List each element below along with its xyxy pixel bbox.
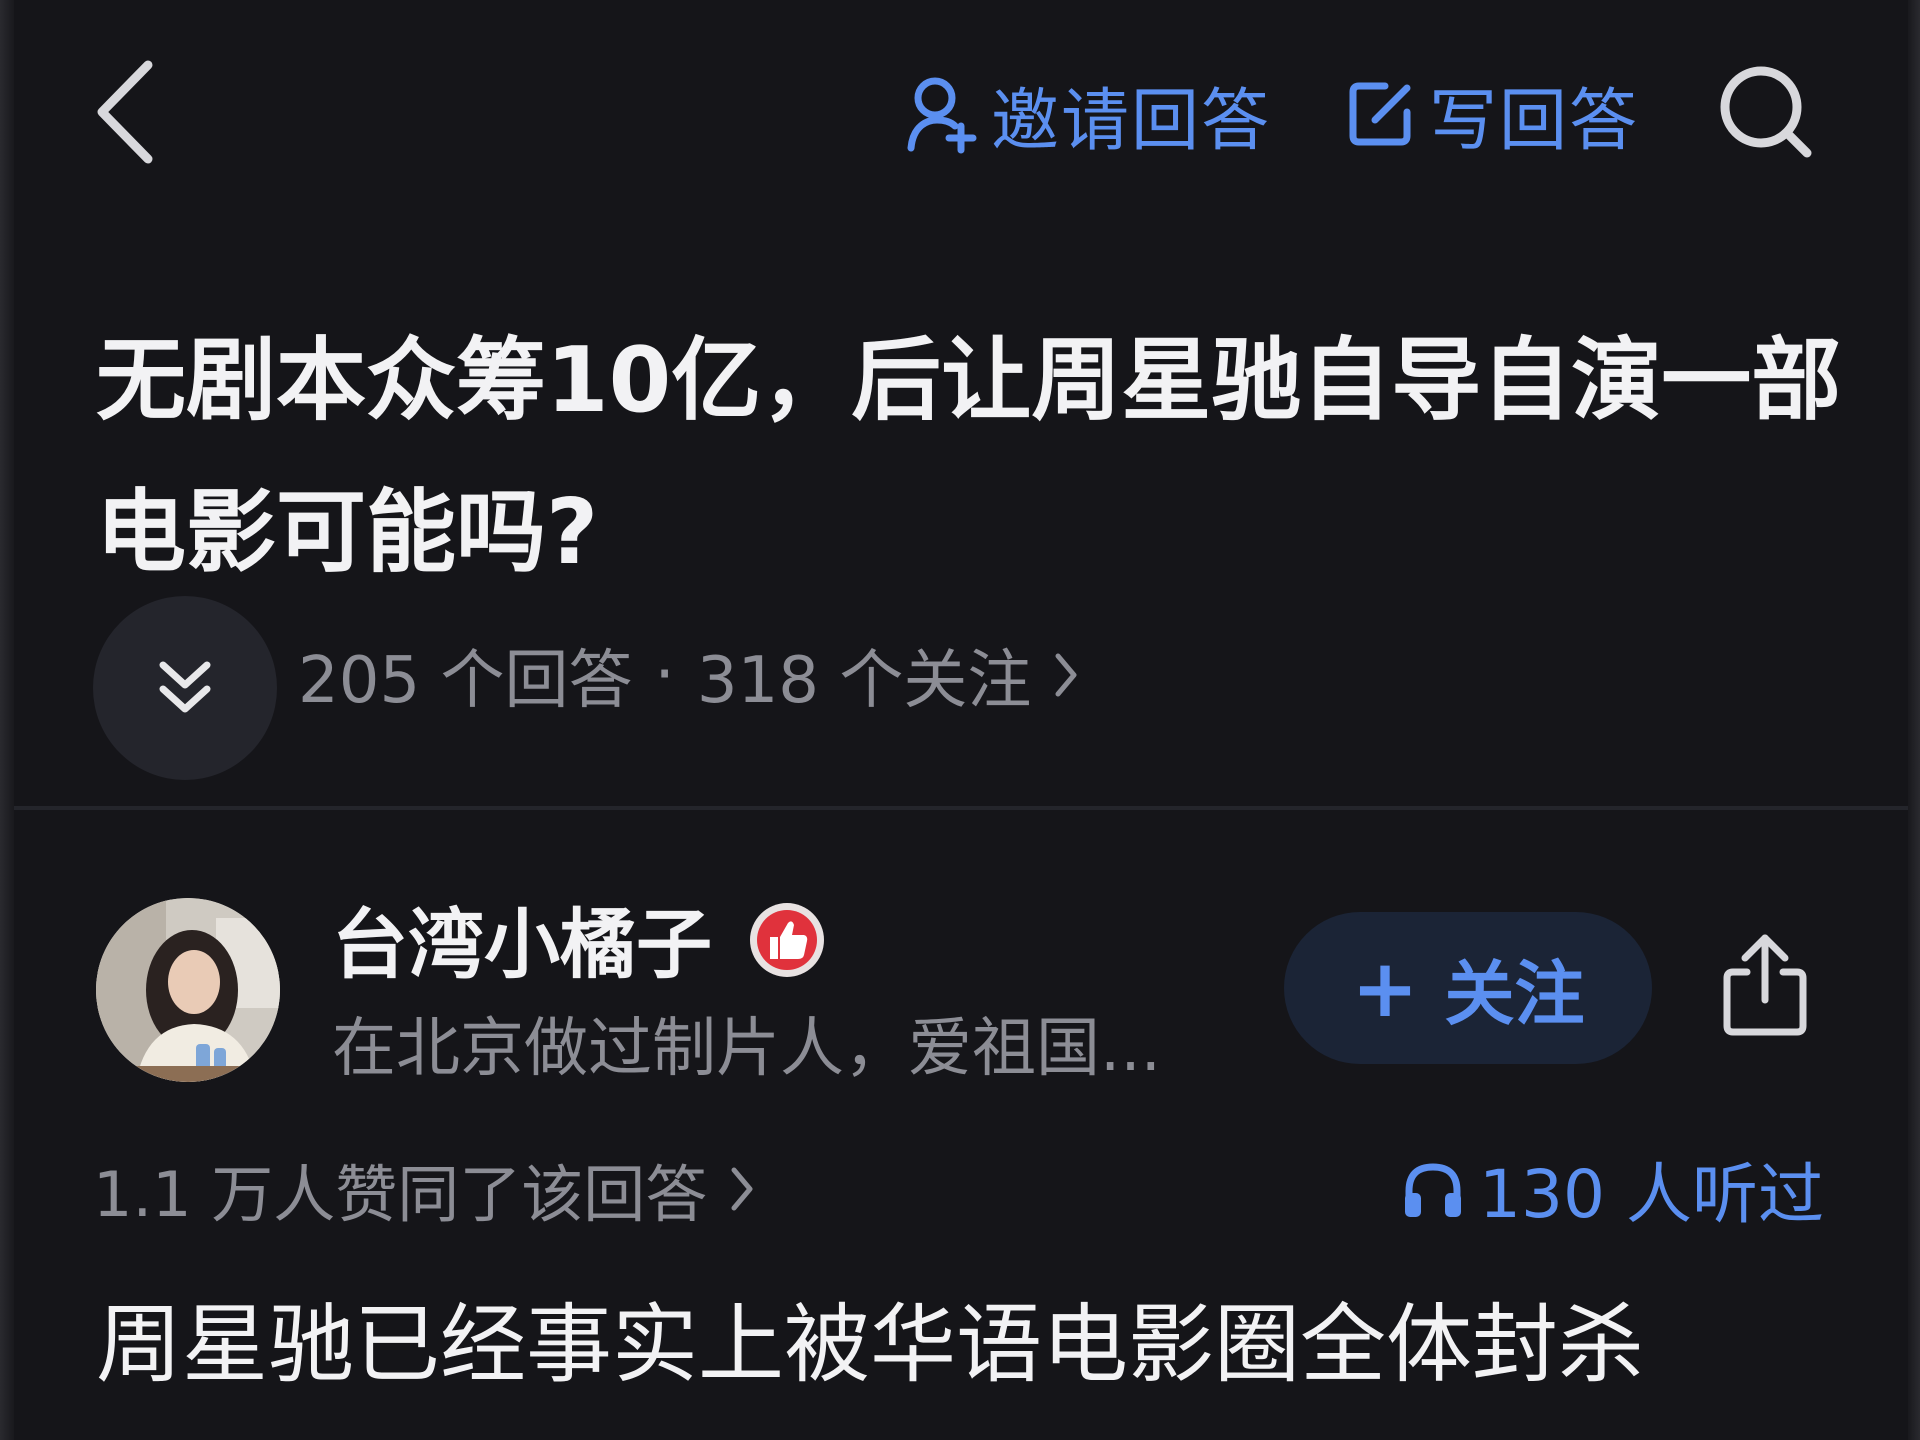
invite-user-icon xyxy=(907,77,977,154)
search-button[interactable] xyxy=(1710,56,1820,166)
answers-count: 205 个回答 xyxy=(298,644,633,718)
share-button[interactable] xyxy=(1710,925,1820,1045)
section-divider xyxy=(14,806,1908,810)
write-answer-button[interactable]: 写回答 xyxy=(1345,66,1639,162)
follow-button[interactable]: + 关注 xyxy=(1284,912,1652,1064)
edit-icon xyxy=(1349,82,1411,146)
votes-row[interactable]: 1.1 万人赞同了该回答 xyxy=(93,1144,753,1234)
share-icon xyxy=(1723,934,1807,1036)
author-name[interactable]: 台湾小橘子 xyxy=(332,895,712,995)
double-chevron-down-icon xyxy=(159,661,211,713)
chevron-right-icon xyxy=(1055,652,1077,698)
question-title[interactable]: 无剧本众筹10亿，后让周星驰自导自演一部电影可能吗? xyxy=(96,305,1876,609)
chevron-right-icon xyxy=(731,1166,753,1212)
author-bio: 在北京做过制片人，爱祖国... xyxy=(332,1012,1162,1086)
invite-answer-button[interactable]: 邀请回答 xyxy=(905,66,1271,162)
invite-answer-label: 邀请回答 xyxy=(991,81,1272,161)
question-stats[interactable]: 205 个回答 · 318 个关注 xyxy=(298,630,1077,720)
listened-count: 130 人听过 xyxy=(1479,1156,1824,1233)
votes-count: 1.1 万人赞同了该回答 xyxy=(93,1158,708,1231)
stats-separator: · xyxy=(654,638,675,712)
thumbs-up-badge-icon xyxy=(750,903,824,977)
write-answer-label: 写回答 xyxy=(1429,81,1640,161)
listen-button[interactable]: 130 人听过 xyxy=(1401,1144,1824,1234)
back-arrow-icon xyxy=(97,60,153,164)
headphones-icon xyxy=(1405,1163,1462,1217)
expand-button[interactable] xyxy=(93,596,277,780)
top-bar: 邀请回答 写回答 xyxy=(0,0,1920,230)
avatar[interactable] xyxy=(96,898,280,1082)
search-icon xyxy=(1720,66,1812,158)
follow-label: 关注 xyxy=(1444,952,1585,1035)
back-button[interactable] xyxy=(80,52,170,172)
follow-plus: + xyxy=(1351,941,1419,1035)
answer-text[interactable]: 周星驰已经事实上被华语电影圈全体封杀 xyxy=(96,1290,1876,1400)
followers-count: 318 个关注 xyxy=(696,644,1032,718)
